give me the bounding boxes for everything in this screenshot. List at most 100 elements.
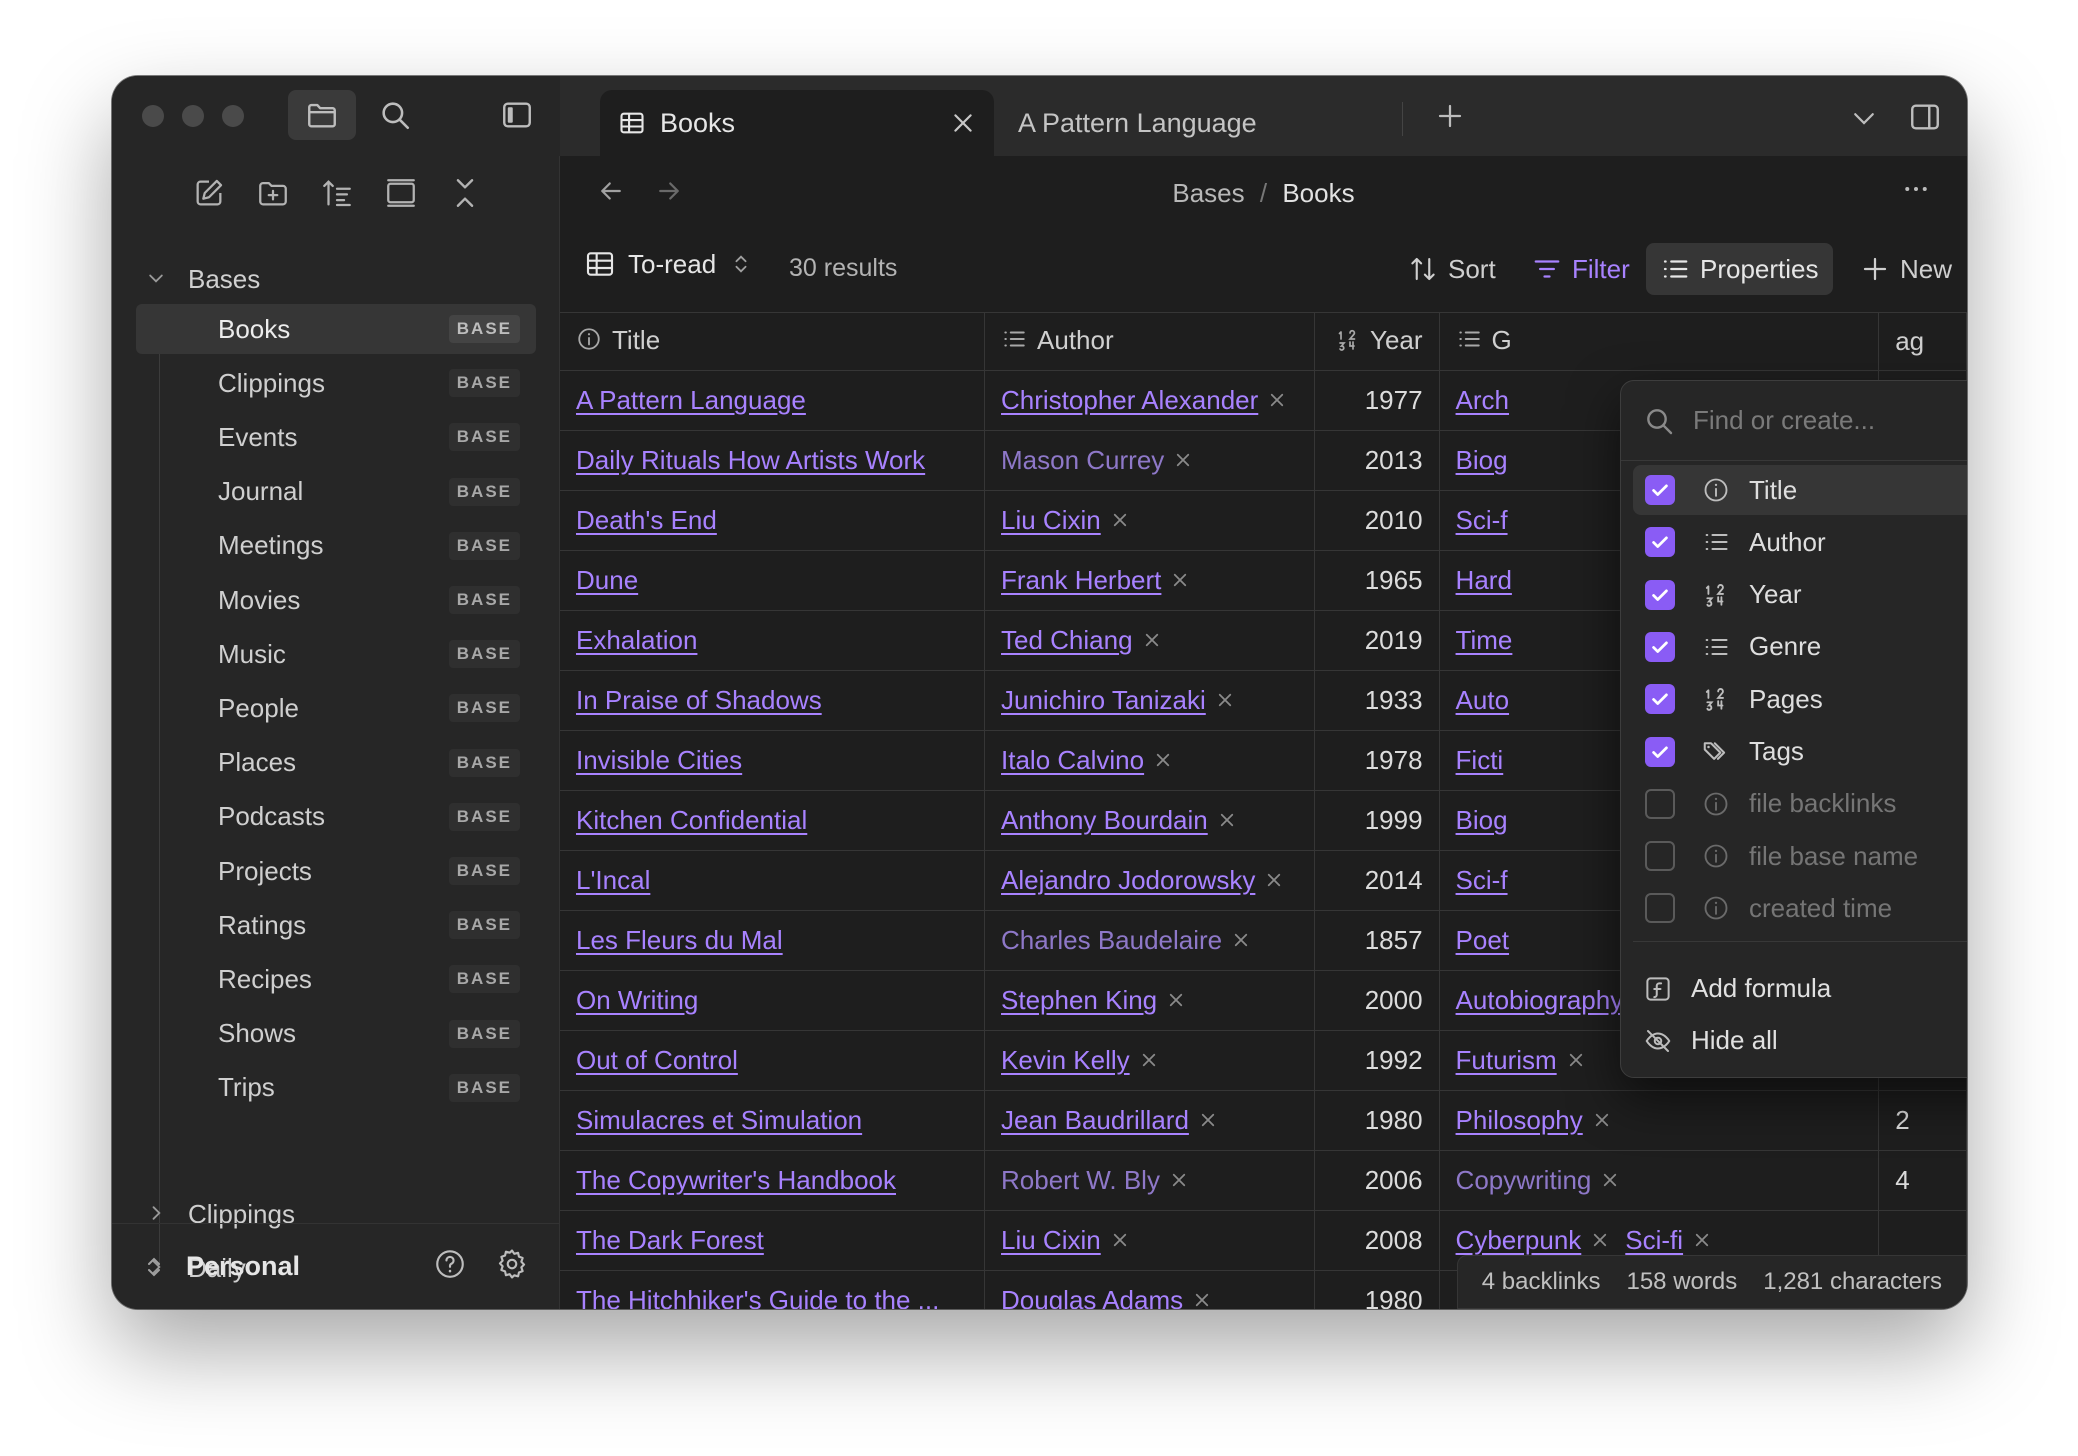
title-link[interactable]: Daily Rituals How Artists Work (576, 445, 925, 475)
property-item-file-backlinks[interactable]: file backlinks (1633, 779, 1967, 829)
title-cell[interactable]: A Pattern Language (560, 370, 986, 431)
title-link[interactable]: The Dark Forest (576, 1225, 764, 1255)
column-header-genre[interactable]: G (1439, 312, 1880, 371)
author-link[interactable]: Italo Calvino (1001, 745, 1144, 775)
year-cell[interactable]: 1980 (1314, 1270, 1440, 1309)
property-item-genre[interactable]: Genre (1633, 622, 1967, 672)
sort-order-icon[interactable] (320, 176, 354, 215)
sidebar-item-people[interactable]: People BASE (136, 683, 536, 733)
vault-switcher-icon[interactable] (142, 1255, 166, 1279)
remove-author-icon[interactable] (1218, 809, 1236, 834)
author-link[interactable]: Charles Baudelaire (1001, 925, 1222, 955)
title-link[interactable]: The Hitchhiker's Guide to the ... (576, 1285, 939, 1309)
genre-link[interactable]: Copywriting (1456, 1165, 1592, 1195)
settings-gear-icon[interactable] (495, 1247, 529, 1286)
sort-button[interactable]: Sort (1398, 243, 1506, 295)
checkbox-checked[interactable] (1645, 684, 1675, 715)
genre-link[interactable]: Sci-fi (1625, 1225, 1683, 1255)
remove-author-icon[interactable] (1174, 449, 1192, 474)
title-cell[interactable]: Dune (560, 550, 986, 611)
auto-reveal-icon[interactable] (384, 176, 418, 215)
new-entry-button[interactable]: New (1850, 243, 1962, 295)
remove-author-icon[interactable] (1268, 389, 1286, 414)
remove-author-icon[interactable] (1232, 929, 1250, 954)
remove-author-icon[interactable] (1171, 569, 1189, 594)
title-link[interactable]: In Praise of Shadows (576, 685, 822, 715)
property-item-year[interactable]: Year (1633, 570, 1967, 620)
genre-link[interactable]: Biog (1456, 445, 1508, 475)
remove-author-icon[interactable] (1170, 1169, 1188, 1194)
sidebar-item-ratings[interactable]: Ratings BASE (136, 900, 536, 950)
sidebar-item-movies[interactable]: Movies BASE (136, 575, 536, 625)
remove-genre-icon[interactable] (1567, 1049, 1585, 1074)
remove-genre-icon[interactable] (1601, 1169, 1619, 1194)
close-tab-icon[interactable] (950, 110, 976, 143)
title-link[interactable]: Death's End (576, 505, 717, 535)
title-cell[interactable]: In Praise of Shadows (560, 670, 986, 731)
year-cell[interactable]: 2000 (1314, 970, 1440, 1031)
breadcrumb-current[interactable]: Books (1282, 178, 1354, 208)
title-cell[interactable]: The Hitchhiker's Guide to the ... (560, 1270, 986, 1309)
genre-link[interactable]: Futurism (1456, 1045, 1557, 1075)
remove-author-icon[interactable] (1111, 1229, 1129, 1254)
remove-author-icon[interactable] (1143, 629, 1161, 654)
author-link[interactable]: Jean Baudrillard (1001, 1105, 1189, 1135)
author-link[interactable]: Liu Cixin (1001, 1225, 1101, 1255)
remove-author-icon[interactable] (1111, 509, 1129, 534)
year-cell[interactable]: 1977 (1314, 370, 1440, 431)
filter-button[interactable]: Filter (1522, 243, 1640, 295)
view-selector[interactable]: To-read (584, 248, 764, 280)
year-cell[interactable]: 2008 (1314, 1210, 1440, 1271)
property-item-tags[interactable]: Tags (1633, 727, 1967, 777)
remove-author-icon[interactable] (1199, 1109, 1217, 1134)
author-cell[interactable]: Italo Calvino (984, 730, 1315, 791)
genre-link[interactable]: Biog (1456, 805, 1508, 835)
checkbox-checked[interactable] (1645, 475, 1675, 505)
author-cell[interactable]: Liu Cixin (984, 490, 1315, 551)
sidebar-item-events[interactable]: Events BASE (136, 412, 536, 462)
remove-genre-icon[interactable] (1693, 1229, 1711, 1254)
title-link[interactable]: On Writing (576, 985, 698, 1015)
checkbox-unchecked[interactable] (1645, 841, 1675, 872)
title-link[interactable]: The Copywriter's Handbook (576, 1165, 896, 1195)
genre-link[interactable]: Sci-f (1456, 865, 1508, 895)
collapse-all-icon[interactable] (448, 176, 482, 215)
genre-link[interactable]: Cyberpunk (1456, 1225, 1582, 1255)
checkbox-checked[interactable] (1645, 579, 1675, 610)
genre-link[interactable]: Auto (1456, 685, 1510, 715)
checkbox-checked[interactable] (1645, 631, 1675, 662)
genre-link[interactable]: Hard (1456, 565, 1512, 595)
author-link[interactable]: Liu Cixin (1001, 505, 1101, 535)
window-minimize-dot[interactable] (182, 105, 204, 127)
folder-bases[interactable]: Bases (146, 264, 260, 295)
property-item-created-time[interactable]: created time (1633, 883, 1967, 933)
find-or-create-input[interactable] (1693, 405, 1967, 436)
author-link[interactable]: Ted Chiang (1001, 625, 1133, 655)
author-cell[interactable]: Jean Baudrillard (984, 1090, 1315, 1151)
title-link[interactable]: Invisible Cities (576, 745, 742, 775)
author-cell[interactable]: Stephen King (984, 970, 1315, 1031)
author-link[interactable]: Kevin Kelly (1001, 1045, 1130, 1075)
genre-cell[interactable]: Philosophy (1439, 1090, 1880, 1151)
title-cell[interactable]: The Copywriter's Handbook (560, 1150, 986, 1211)
year-cell[interactable]: 1933 (1314, 670, 1440, 731)
sidebar-item-music[interactable]: Music BASE (136, 629, 536, 679)
author-cell[interactable]: Kevin Kelly (984, 1030, 1315, 1091)
genre-link[interactable]: Poet (1456, 925, 1510, 955)
checkbox-checked[interactable] (1645, 527, 1675, 558)
title-cell[interactable]: Kitchen Confidential (560, 790, 986, 851)
year-cell[interactable]: 2014 (1314, 850, 1440, 911)
year-cell[interactable]: 1980 (1314, 1090, 1440, 1151)
file-explorer-button[interactable] (288, 90, 356, 140)
new-tab-button[interactable] (1428, 94, 1472, 138)
year-cell[interactable]: 2013 (1314, 430, 1440, 491)
author-link[interactable]: Mason Currey (1001, 445, 1164, 475)
author-cell[interactable]: Frank Herbert (984, 550, 1315, 611)
title-cell[interactable]: Les Fleurs du Mal (560, 910, 986, 971)
author-link[interactable]: Anthony Bourdain (1001, 805, 1208, 835)
author-link[interactable]: Frank Herbert (1001, 565, 1161, 595)
column-header-year[interactable]: Year (1314, 312, 1440, 371)
column-header-title[interactable]: Title (560, 312, 986, 371)
title-link[interactable]: Les Fleurs du Mal (576, 925, 783, 955)
year-cell[interactable]: 2019 (1314, 610, 1440, 671)
